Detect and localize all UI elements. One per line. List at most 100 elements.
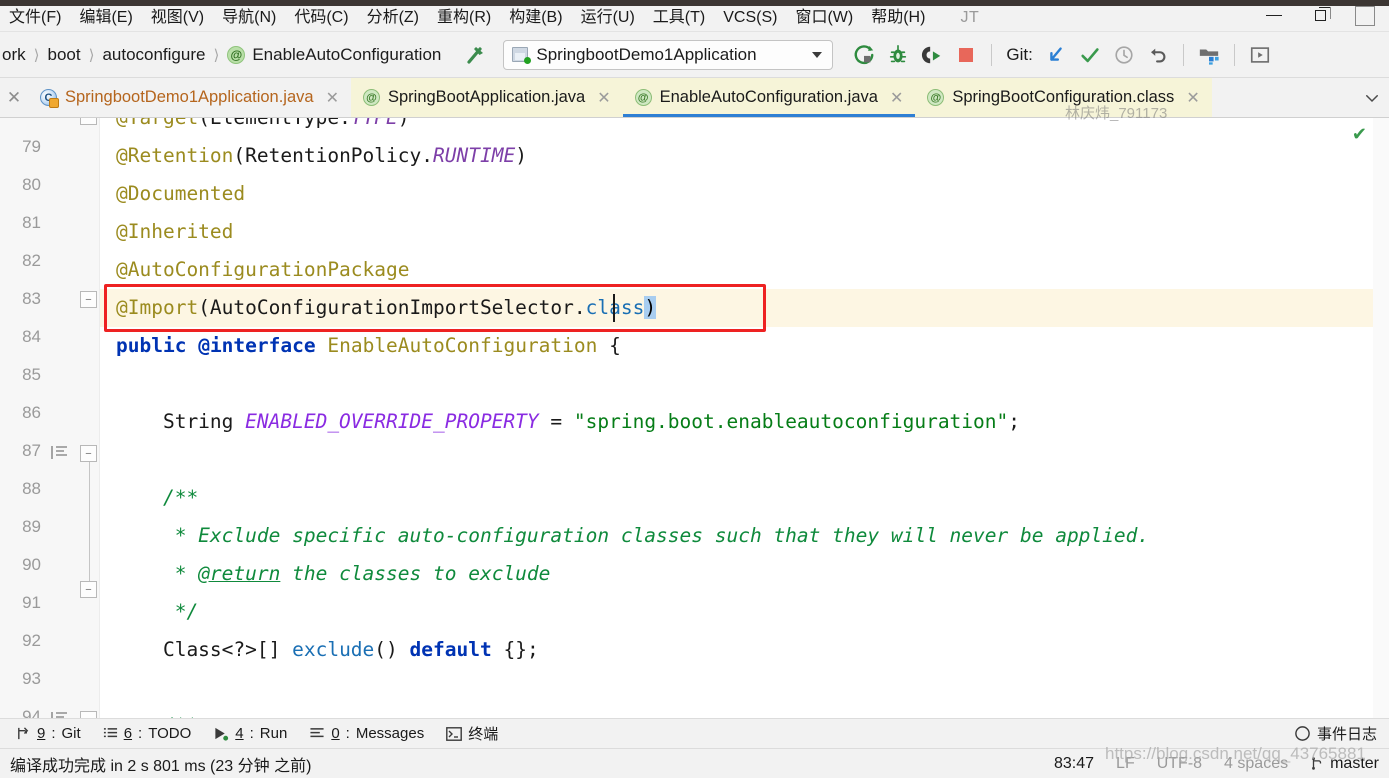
run-configuration-selector[interactable]: SpringbootDemo1Application [503,39,834,70]
code-line[interactable]: @Documented [100,175,1373,213]
git-branch-widget[interactable]: master [1310,755,1379,773]
inspection-status-icon[interactable]: ✔ [1352,124,1367,145]
debug-button[interactable] [881,39,915,71]
search-everywhere-button[interactable] [1243,39,1277,71]
toolwindow-number: 9 [37,725,46,742]
event-log-button[interactable]: 事件日志 [1294,723,1389,744]
close-tab-icon[interactable]: ✕ [597,88,610,108]
tool-window-bar: 9: Git 6: TODO 4: Run 0: Messages 终端 事件日… [0,718,1389,748]
tab-springbootapplication-java[interactable]: @ SpringBootApplication.java ✕ [350,78,623,117]
toolwindow-terminal[interactable]: 终端 [436,721,508,746]
code-line[interactable]: * Exclude specific auto-configuration cl… [100,517,1373,555]
git-branch-name: master [1330,754,1379,772]
editor-tabs: ✕ C SpringbootDemo1Application.java ✕ @ … [0,78,1389,118]
toolwindow-todo[interactable]: 6: TODO [93,723,202,744]
show-hidden-tabs-chevron-down-icon[interactable] [1355,78,1389,117]
stop-button[interactable] [949,39,983,71]
menu-help[interactable]: 帮助(H) [862,6,934,30]
code-text-area[interactable]: @Target(ElementType.TYPE) @Retention(Ret… [100,118,1373,718]
tab-enableautoconfiguration-java[interactable]: @ EnableAutoConfiguration.java ✕ [622,78,916,117]
window-controls [1251,0,1389,32]
code-line[interactable]: @Inherited [100,213,1373,251]
line-separator[interactable]: LF [1116,755,1135,773]
minimize-window-icon[interactable] [1251,2,1297,30]
git-update-project-button[interactable] [1039,39,1073,71]
code-line[interactable] [100,669,1373,707]
project-structure-button[interactable] [1192,39,1226,71]
javadoc-render-icon[interactable] [51,445,69,461]
git-commit-button[interactable] [1073,39,1107,71]
menu-view[interactable]: 视图(V) [142,6,213,30]
git-label: Git: [1006,44,1033,64]
menu-tools[interactable]: 工具(T) [644,6,714,30]
close-tab-icon[interactable]: ✕ [326,88,339,108]
menu-edit[interactable]: 编辑(E) [70,6,141,30]
javadoc-render-icon[interactable] [51,711,69,718]
tab-springbootconfiguration-class[interactable]: @ SpringBootConfiguration.class ✕ [915,78,1212,117]
code-line[interactable] [100,441,1373,479]
menu-build[interactable]: 构建(B) [500,6,571,30]
code-line[interactable]: Class<?>[] exclude() default {}; [100,631,1373,669]
line-number: 90 [22,555,41,574]
code-line[interactable]: public @interface EnableAutoConfiguratio… [100,327,1373,365]
tab-label: SpringbootDemo1Application.java [65,88,314,106]
code-editor[interactable]: 78 79 80 81 82 83 84 85 86 87 88 89 90 9… [0,118,1389,718]
toolwindow-messages[interactable]: 0: Messages [299,723,434,744]
close-tab-icon[interactable]: ✕ [890,88,903,108]
restore-window-icon[interactable] [1297,2,1343,30]
toolwindow-label-sep: : [345,725,350,742]
toolwindow-git[interactable]: 9: Git [6,723,91,744]
code-line[interactable] [100,365,1373,403]
menu-window[interactable]: 窗口(W) [786,6,862,30]
toolwindow-label-sep: : [249,725,254,742]
code-line[interactable]: @Target(ElementType.TYPE) [100,118,1373,137]
build-hammer-icon[interactable] [463,43,487,67]
code-line[interactable]: String ENABLED_OVERRIDE_PROPERTY = "spri… [100,403,1373,441]
code-line-highlighted[interactable]: @Import(AutoConfigurationImportSelector.… [100,289,1373,327]
breadcrumb-item-2[interactable]: autoconfigure [102,45,205,65]
code-fold-marker[interactable]: − [80,445,97,462]
code-fold-marker[interactable]: − [80,581,97,598]
code-line[interactable]: */ [100,593,1373,631]
git-history-button[interactable] [1107,39,1141,71]
breadcrumb-item-3[interactable]: @ EnableAutoConfiguration [227,45,441,65]
event-log-label: 事件日志 [1316,726,1377,743]
file-encoding[interactable]: UTF-8 [1157,755,1202,773]
editor-gutter[interactable]: 78 79 80 81 82 83 84 85 86 87 88 89 90 9… [0,118,100,718]
tab-springbootdemo1application-java[interactable]: C SpringbootDemo1Application.java ✕ [28,78,351,117]
code-line[interactable]: /** [100,707,1373,718]
toolwindow-number: 0 [331,725,340,742]
close-tab-icon[interactable]: ✕ [1186,88,1199,108]
line-number: 85 [22,365,41,384]
code-fold-marker[interactable]: − [80,711,97,718]
code-fold-marker[interactable]: − [80,291,97,308]
code-line[interactable]: @Retention(RetentionPolicy.RUNTIME) [100,137,1373,175]
editor-marker-scrollbar[interactable] [1373,118,1389,718]
toolwindow-run[interactable]: 4: Run [203,723,297,744]
menu-vcs[interactable]: VCS(S) [714,6,786,30]
menu-navigate[interactable]: 导航(N) [213,6,285,30]
menu-refactor[interactable]: 重构(R) [428,6,500,30]
close-window-icon[interactable] [1343,2,1389,30]
menu-run[interactable]: 运行(U) [572,6,644,30]
branch-icon [18,727,29,740]
breadcrumb-item-0[interactable]: ork [2,45,26,65]
caret-position[interactable]: 83:47 [1054,755,1094,773]
indent-setting[interactable]: 4 spaces [1224,755,1288,773]
menu-file[interactable]: 文件(F) [0,6,70,30]
code-line[interactable]: @AutoConfigurationPackage [100,251,1373,289]
run-with-coverage-button[interactable] [915,39,949,71]
build-status-message: 编译成功完成 in 2 s 801 ms (23 分钟 之前) [10,757,312,775]
close-all-tabs-icon[interactable]: ✕ [0,78,28,117]
menu-code[interactable]: 代码(C) [285,6,357,30]
code-fold-marker[interactable]: − [80,118,97,125]
breadcrumb-item-1[interactable]: boot [47,45,80,65]
code-line[interactable]: /** [100,479,1373,517]
menu-analyze[interactable]: 分析(Z) [358,6,428,30]
line-number: 86 [22,403,41,422]
line-number: 91 [22,593,41,612]
run-button[interactable] [847,39,881,71]
chevron-down-icon [812,51,823,58]
git-rollback-button[interactable] [1141,39,1175,71]
code-line[interactable]: * @return the classes to exclude [100,555,1373,593]
